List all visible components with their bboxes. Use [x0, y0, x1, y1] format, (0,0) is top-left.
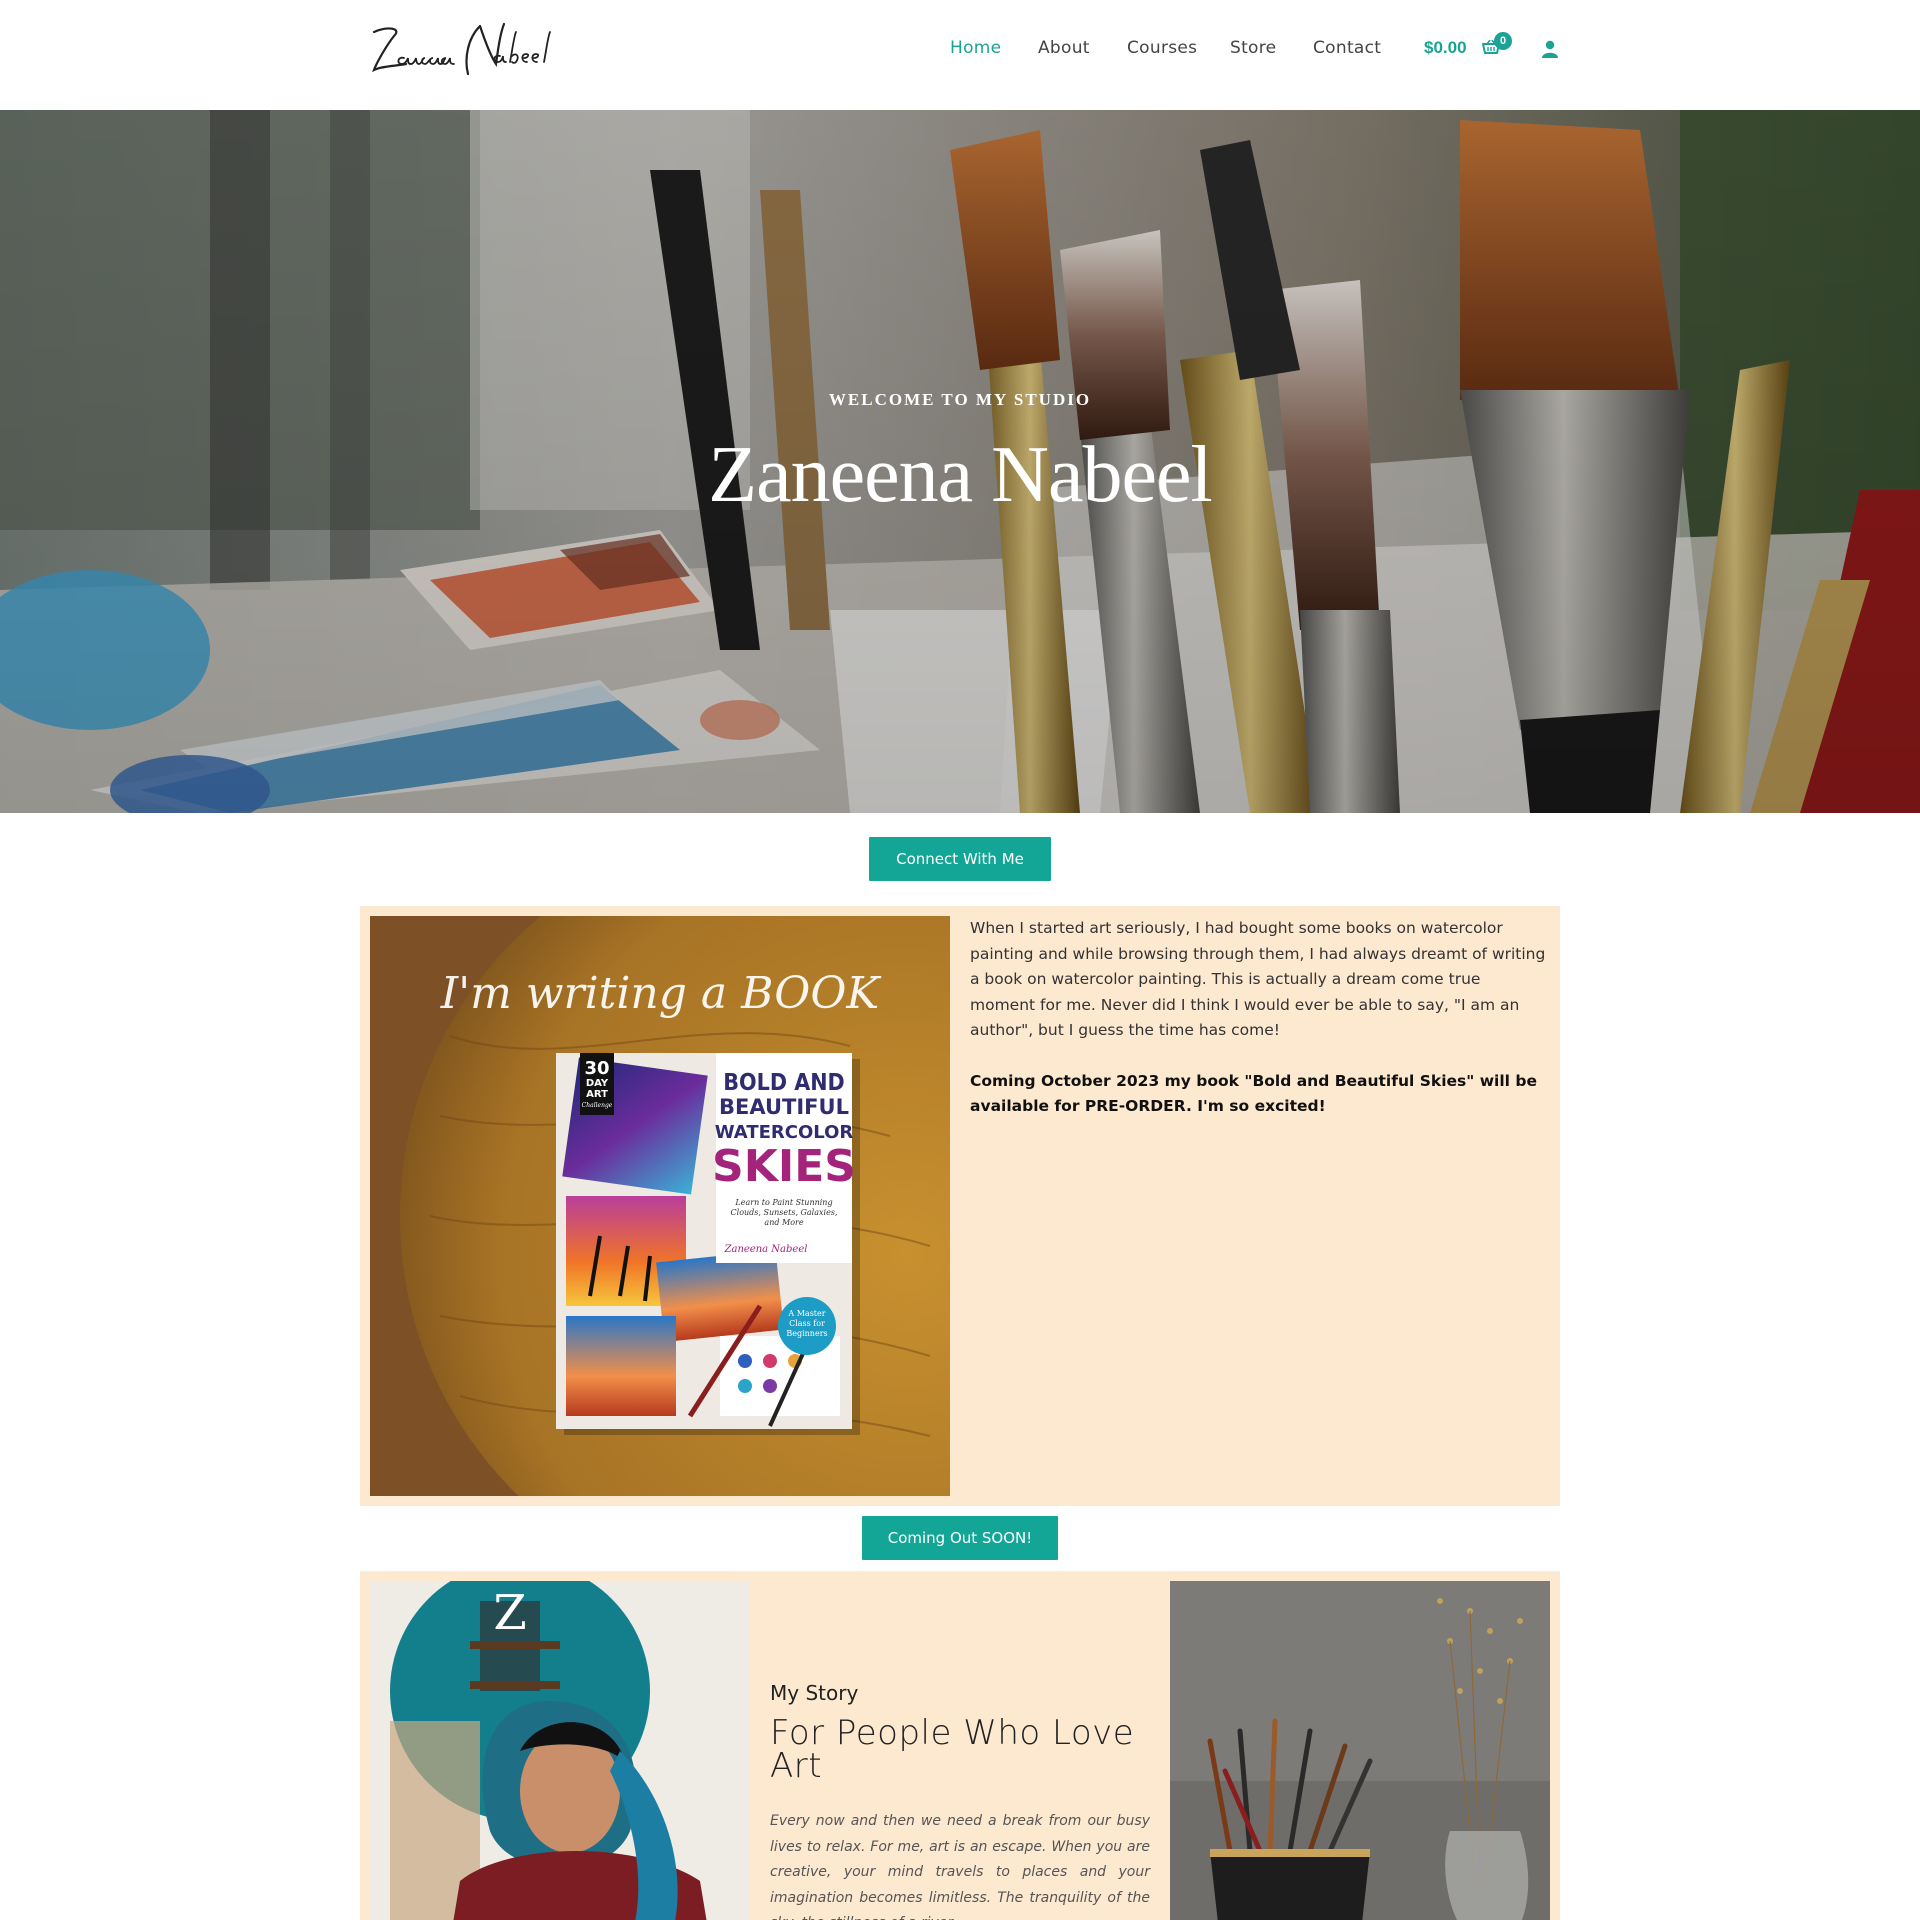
story-kicker: My Story	[770, 1681, 859, 1705]
connect-button[interactable]: Connect With Me	[869, 837, 1051, 881]
badge-day: DAY	[586, 1078, 609, 1089]
cover-title-line-2: BEAUTIFUL	[719, 1095, 849, 1119]
cart-total[interactable]: $0.00	[1424, 38, 1467, 58]
cover-subtitle: Learn to Paint Stunning Clouds, Sunsets,…	[730, 1198, 838, 1227]
cover-title-line-3: WATERCOLOR	[715, 1122, 854, 1143]
artist-portrait-image: Z	[370, 1581, 750, 1920]
story-body: Every now and then we need a break from …	[770, 1813, 1150, 1920]
book-section: I'm writing a BOOK BOLD AND BEAUTIFUL WA…	[360, 906, 1560, 1506]
wall-letter-z: Z	[493, 1585, 526, 1641]
badge-number: 30	[584, 1058, 609, 1079]
book-image-script-text: I'm writing a BOOK	[440, 968, 882, 1019]
nav-contact[interactable]: Contact	[1313, 38, 1381, 58]
book-paragraph: When I started art seriously, I had boug…	[970, 919, 1546, 1039]
badge-art: ART	[586, 1089, 608, 1100]
cover-title-line-1: BOLD AND	[723, 1070, 844, 1096]
badge-challenge: Challenge	[582, 1102, 613, 1109]
hero-banner: WELCOME TO MY STUDIO Zaneena Nabeel	[0, 110, 1920, 813]
story-heading: For People Who Love Art	[770, 1713, 1135, 1786]
hero-title: Zaneena Nabeel	[708, 431, 1212, 519]
nav-about[interactable]: About	[1038, 38, 1090, 58]
book-promo-image[interactable]: I'm writing a BOOK BOLD AND BEAUTIFUL WA…	[370, 916, 950, 1496]
site-header: Home About Courses Store Contact $0.00 0	[0, 0, 1920, 110]
coming-soon-button[interactable]: Coming Out SOON!	[862, 1516, 1058, 1560]
cart-count-badge: 0	[1494, 32, 1512, 50]
brush-jar-image	[1170, 1581, 1550, 1920]
main-nav: Home About Courses Store Contact	[0, 38, 1920, 62]
cover-author: Zaneena Nabeel	[724, 1244, 808, 1255]
book-description: When I started art seriously, I had boug…	[970, 916, 1550, 1145]
cover-title-line-4: SKIES	[712, 1141, 856, 1192]
cover-seal: A Master Class for Beginners	[786, 1309, 828, 1338]
nav-courses[interactable]: Courses	[1127, 38, 1197, 58]
story-section: Z My Story For People Who Love Art Every…	[360, 1571, 1560, 1920]
hero-kicker: WELCOME TO MY STUDIO	[828, 390, 1092, 409]
nav-home[interactable]: Home	[950, 38, 1001, 58]
book-announcement: Coming October 2023 my book "Bold and Be…	[970, 1071, 1537, 1116]
nav-store[interactable]: Store	[1230, 38, 1276, 58]
story-text-block: My Story For People Who Love Art Every n…	[770, 1681, 1150, 1920]
user-icon[interactable]	[1542, 40, 1558, 58]
